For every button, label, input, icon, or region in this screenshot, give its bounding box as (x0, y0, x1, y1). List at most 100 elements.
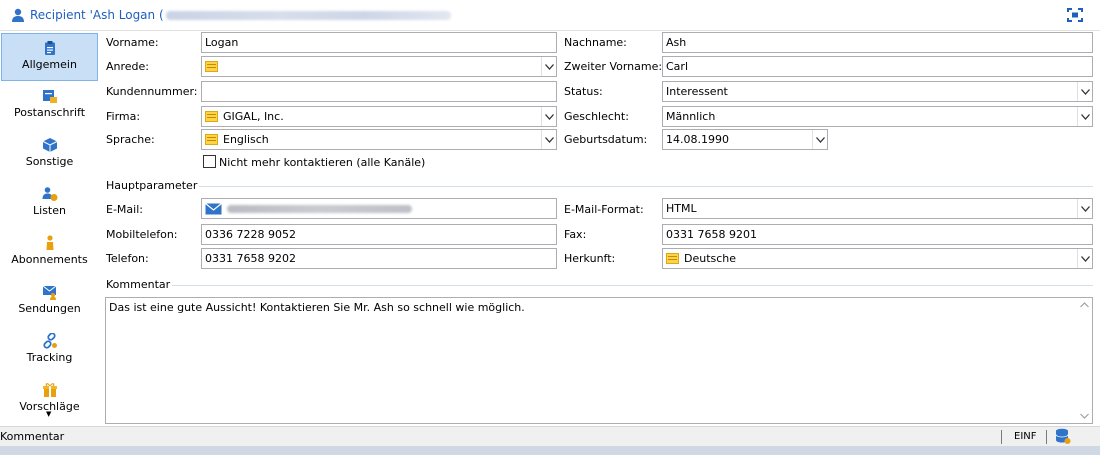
sidebar-item-label: Tracking (26, 351, 73, 364)
kommentar-textarea[interactable]: Das ist eine gute Aussicht! Kontaktieren… (105, 297, 1093, 424)
cube-icon (42, 138, 57, 152)
fax-input[interactable]: 0331 7658 9201 (662, 224, 1093, 245)
sprache-label: Sprache: (106, 133, 155, 146)
anrede-label: Anrede: (106, 60, 150, 73)
zweiter-vorname-value: Carl (666, 60, 688, 73)
kommentar-text: Das ist eine gute Aussicht! Kontaktieren… (109, 301, 525, 314)
herkunft-label: Herkunft: (564, 252, 616, 265)
sidebar-item-label: Abonnements (11, 253, 88, 266)
sidebar-item-label: Sendungen (18, 302, 81, 315)
database-icon[interactable] (1055, 428, 1071, 445)
sidebar-item-sonstige[interactable]: Sonstige (1, 131, 98, 179)
sprache-value: Englisch (223, 133, 269, 146)
dropdown-arrow-icon[interactable] (541, 107, 556, 126)
zweiter-vorname-input[interactable]: Carl (662, 56, 1093, 77)
link-icon (205, 134, 218, 145)
sidebar-item-listen[interactable]: Listen (1, 180, 98, 228)
sidebar-item-label: Postanschrift (13, 106, 86, 119)
nicht-kontaktieren-checkbox[interactable] (203, 155, 216, 168)
sidebar: Allgemein Postanschrift Sonstige Listen … (0, 31, 99, 426)
herkunft-select[interactable]: Deutsche (662, 248, 1093, 269)
maximize-icon[interactable] (1066, 7, 1084, 23)
envelope-person-icon (42, 285, 56, 300)
zweiter-vorname-label: Zweiter Vorname: (564, 60, 663, 73)
dropdown-arrow-icon[interactable] (1077, 107, 1092, 126)
gift-icon (42, 383, 57, 397)
sidebar-item-sendungen[interactable]: Sendungen (1, 278, 98, 326)
vorname-value: Logan (205, 36, 239, 49)
sidebar-item-label: Sonstige (25, 155, 74, 168)
scroll-up-icon[interactable] (1078, 300, 1090, 310)
link-icon (205, 111, 218, 122)
status-value: Interessent (666, 85, 728, 98)
status-label: Status: (564, 85, 603, 98)
telefon-value: 0331 7658 9202 (205, 252, 296, 265)
nachname-value: Ash (666, 36, 687, 49)
insert-mode-indicator: EINF (1014, 431, 1037, 442)
sidebar-item-postanschrift[interactable]: Postanschrift (1, 82, 98, 130)
sidebar-item-tracking[interactable]: Tracking (1, 327, 98, 375)
title-bar: Recipient 'Ash Logan ( (0, 0, 1100, 31)
mobiltelefon-value: 0336 7228 9052 (205, 228, 296, 241)
nachname-label: Nachname: (564, 36, 627, 49)
geburtsdatum-value: 14.08.1990 (666, 133, 729, 146)
kommentar-title: Kommentar (106, 278, 173, 291)
dropdown-arrow-icon[interactable] (1077, 199, 1092, 218)
herkunft-value: Deutsche (684, 252, 737, 265)
firma-select[interactable]: GIGAL, Inc. (201, 106, 557, 127)
geschlecht-select[interactable]: Männlich (662, 106, 1093, 127)
sidebar-item-label: Listen (33, 204, 66, 217)
geschlecht-label: Geschlecht: (564, 110, 629, 123)
status-separator (1001, 430, 1002, 444)
section-divider (106, 186, 1093, 187)
scroll-down-icon[interactable] (1078, 411, 1090, 421)
email-input[interactable] (201, 198, 557, 219)
window-bottom-border (0, 446, 1100, 455)
sidebar-item-allgemein[interactable]: Allgemein (1, 33, 98, 81)
mobiltelefon-input[interactable]: 0336 7228 9052 (201, 224, 557, 245)
scroll-more-icon[interactable]: ▼ (46, 410, 51, 418)
dropdown-arrow-icon[interactable] (541, 57, 556, 76)
nachname-input[interactable]: Ash (662, 32, 1093, 53)
calendar-dropdown-icon[interactable] (812, 130, 827, 149)
anrede-select[interactable] (201, 56, 557, 77)
link-chain-icon (42, 333, 57, 349)
person-icon (12, 8, 24, 22)
dropdown-arrow-icon[interactable] (541, 130, 556, 149)
dropdown-arrow-icon[interactable] (1077, 82, 1092, 101)
email-format-select[interactable]: HTML (662, 198, 1093, 219)
hauptparameter-title: Hauptparameter (106, 179, 200, 192)
redacted-email-value (227, 204, 412, 213)
nicht-kontaktieren-label[interactable]: Nicht mehr kontaktieren (alle Kanäle) (219, 156, 425, 169)
window-title: Recipient 'Ash Logan ( (30, 8, 451, 22)
status-select[interactable]: Interessent (662, 81, 1093, 102)
status-separator (1046, 430, 1047, 444)
email-format-label: E-Mail-Format: (564, 203, 644, 216)
geburtsdatum-label: Geburtsdatum: (564, 133, 648, 146)
sprache-select[interactable]: Englisch (201, 129, 557, 150)
mailbox-icon (42, 90, 57, 103)
fax-label: Fax: (564, 228, 587, 241)
status-bar: Kommentar EINF (0, 426, 1100, 446)
email-label: E-Mail: (106, 203, 143, 216)
general-form: Vorname: Logan Nachname: Ash Anrede: Zwe… (99, 31, 1100, 426)
status-field-name: Kommentar (0, 430, 65, 443)
clipboard-icon (44, 41, 55, 55)
email-format-value: HTML (666, 202, 697, 215)
window-title-text: Recipient 'Ash Logan ( (30, 8, 164, 22)
fax-value: 0331 7658 9201 (666, 228, 757, 241)
geschlecht-value: Männlich (666, 110, 716, 123)
telefon-label: Telefon: (106, 252, 149, 265)
vorname-input[interactable]: Logan (201, 32, 557, 53)
vorname-label: Vorname: (106, 36, 159, 49)
link-icon (205, 61, 218, 72)
dropdown-arrow-icon[interactable] (1077, 249, 1092, 268)
geburtsdatum-input[interactable]: 14.08.1990 (662, 129, 828, 150)
sidebar-item-abonnements[interactable]: Abonnements (1, 229, 98, 277)
sidebar-item-label: Allgemein (22, 58, 77, 71)
telefon-input[interactable]: 0331 7658 9202 (201, 248, 557, 269)
mobiltelefon-label: Mobiltelefon: (106, 228, 178, 241)
people-list-icon (42, 187, 57, 201)
kundennummer-input[interactable] (201, 81, 557, 102)
link-icon (666, 253, 679, 264)
